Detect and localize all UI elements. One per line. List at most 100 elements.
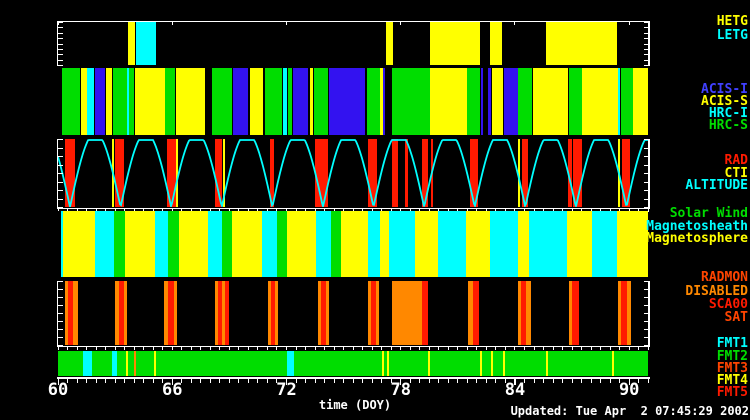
- solar-wind-region-segment: [155, 211, 168, 277]
- band-bottom-axis-tick: [276, 347, 277, 350]
- gratings-segment: [386, 22, 393, 65]
- telemetry-format-segment: [83, 351, 92, 376]
- band-bottom-axis-tick: [153, 347, 154, 350]
- band-bottom-axis-tick: [257, 347, 258, 350]
- solar-wind-region-segment: [232, 211, 262, 277]
- band-bottom-axis-tick: [619, 347, 620, 350]
- x-axis-minor-tick: [562, 379, 563, 383]
- x-axis-minor-tick: [457, 379, 458, 383]
- band-bottom-axis-tick: [219, 347, 220, 350]
- solar-wind-region-segment: [331, 211, 341, 277]
- instruments-segment: [618, 68, 620, 135]
- solar-wind-region-segment: [389, 211, 415, 277]
- legend-sat: SAT: [725, 311, 748, 324]
- instruments-segment: [504, 68, 518, 135]
- band-bottom-axis-tick: [315, 347, 316, 350]
- x-axis-minor-tick: [467, 379, 468, 383]
- radmon-segment: [392, 281, 422, 345]
- x-axis-minor-tick: [134, 379, 135, 383]
- instruments-segment: [106, 68, 112, 135]
- band-frame-tick: [57, 65, 63, 66]
- telemetry-format-marker-line: [491, 351, 493, 376]
- telemetry-format-marker-line: [480, 351, 482, 376]
- telemetry-format-segment: [58, 351, 648, 376]
- x-axis-minor-tick: [324, 379, 325, 383]
- band-bottom-axis-tick: [191, 347, 192, 350]
- band-bottom-axis-tick: [438, 347, 439, 350]
- solar-wind-region-segment: [368, 211, 380, 277]
- band-bottom-axis-tick: [410, 347, 411, 350]
- band-frame-tick: [644, 49, 650, 50]
- band-bottom-axis-tick: [210, 347, 211, 350]
- instruments-segment: [283, 68, 287, 135]
- solar-wind-region-segment: [208, 211, 222, 277]
- band-top-tick: [400, 22, 401, 25]
- x-axis-minor-tick: [238, 379, 239, 383]
- band-top-tick: [58, 22, 59, 25]
- band-frame-tick: [644, 148, 650, 149]
- band-bottom-axis-tick: [229, 347, 230, 350]
- instruments-segment: [392, 68, 430, 135]
- band-telemetry-format: [58, 351, 648, 376]
- x-axis-minor-tick: [581, 379, 582, 383]
- band-frame-tick: [57, 49, 63, 50]
- telemetry-format-marker-line: [503, 351, 505, 376]
- band-bottom-axis-tick: [324, 347, 325, 350]
- instruments-segment: [310, 68, 313, 135]
- band-bottom-axis-tick: [334, 347, 335, 350]
- instruments-segment: [250, 68, 263, 135]
- x-axis-minor-tick: [448, 379, 449, 383]
- x-axis-minor-tick: [105, 379, 106, 383]
- x-axis-minor-tick: [257, 379, 258, 383]
- radmon-segment: [627, 281, 631, 345]
- band-frame-tick: [644, 22, 650, 23]
- band-bottom-axis-tick: [476, 347, 477, 350]
- band-bottom-axis-tick: [610, 347, 611, 350]
- radmon-segment: [422, 281, 428, 345]
- gratings-segment: [546, 22, 617, 65]
- gratings-segment: [430, 22, 480, 65]
- legend-radmon: RADMON: [701, 271, 748, 284]
- band-frame-tick: [57, 281, 63, 282]
- solar-wind-region-segment: [316, 211, 331, 277]
- band-bottom-axis-tick: [553, 347, 554, 350]
- band-frame-tick: [57, 190, 63, 191]
- band-frame-tick: [644, 139, 650, 140]
- band-frame-tick: [57, 54, 63, 55]
- solar-wind-region-segment: [168, 211, 179, 277]
- band-bottom-axis-tick: [591, 347, 592, 350]
- band-bottom-axis-tick: [486, 347, 487, 350]
- band-frame-tick: [644, 289, 650, 290]
- x-axis-tick-label: 90: [609, 382, 649, 399]
- telemetry-format-marker-line: [546, 351, 548, 376]
- legend-hetg: HETG: [717, 15, 748, 28]
- gratings-segment: [490, 22, 502, 65]
- band-frame-tick: [644, 337, 650, 338]
- x-axis-minor-tick: [362, 379, 363, 383]
- band-bottom-axis-tick: [419, 347, 420, 350]
- telemetry-format-marker-line: [134, 351, 136, 376]
- x-axis-title: time (DOY): [280, 398, 430, 412]
- instruments-segment: [492, 68, 503, 135]
- telemetry-format-marker-line: [154, 351, 156, 376]
- instruments-segment: [488, 68, 491, 135]
- band-frame-tick: [644, 165, 650, 166]
- band-rad-cti-altitude: [58, 139, 648, 207]
- gratings-segment: [136, 22, 156, 65]
- x-axis-minor-tick: [248, 379, 249, 383]
- x-axis-minor-tick: [429, 379, 430, 383]
- band-top-tick: [514, 22, 515, 25]
- band-frame-tick: [644, 329, 650, 330]
- instruments-segment: [314, 68, 328, 135]
- solar-wind-region-segment: [490, 211, 518, 277]
- telemetry-format-segment: [112, 351, 117, 376]
- band-bottom-axis-tick: [200, 347, 201, 350]
- band-bottom-axis-tick: [572, 347, 573, 350]
- instruments-segment: [95, 68, 105, 135]
- solar-wind-region-segment: [95, 211, 114, 277]
- instruments-segment: [265, 68, 282, 135]
- band-frame-tick: [57, 182, 63, 183]
- instruments-segment: [467, 68, 480, 135]
- band-top-tick: [286, 22, 287, 25]
- band-bottom-axis-tick: [267, 347, 268, 350]
